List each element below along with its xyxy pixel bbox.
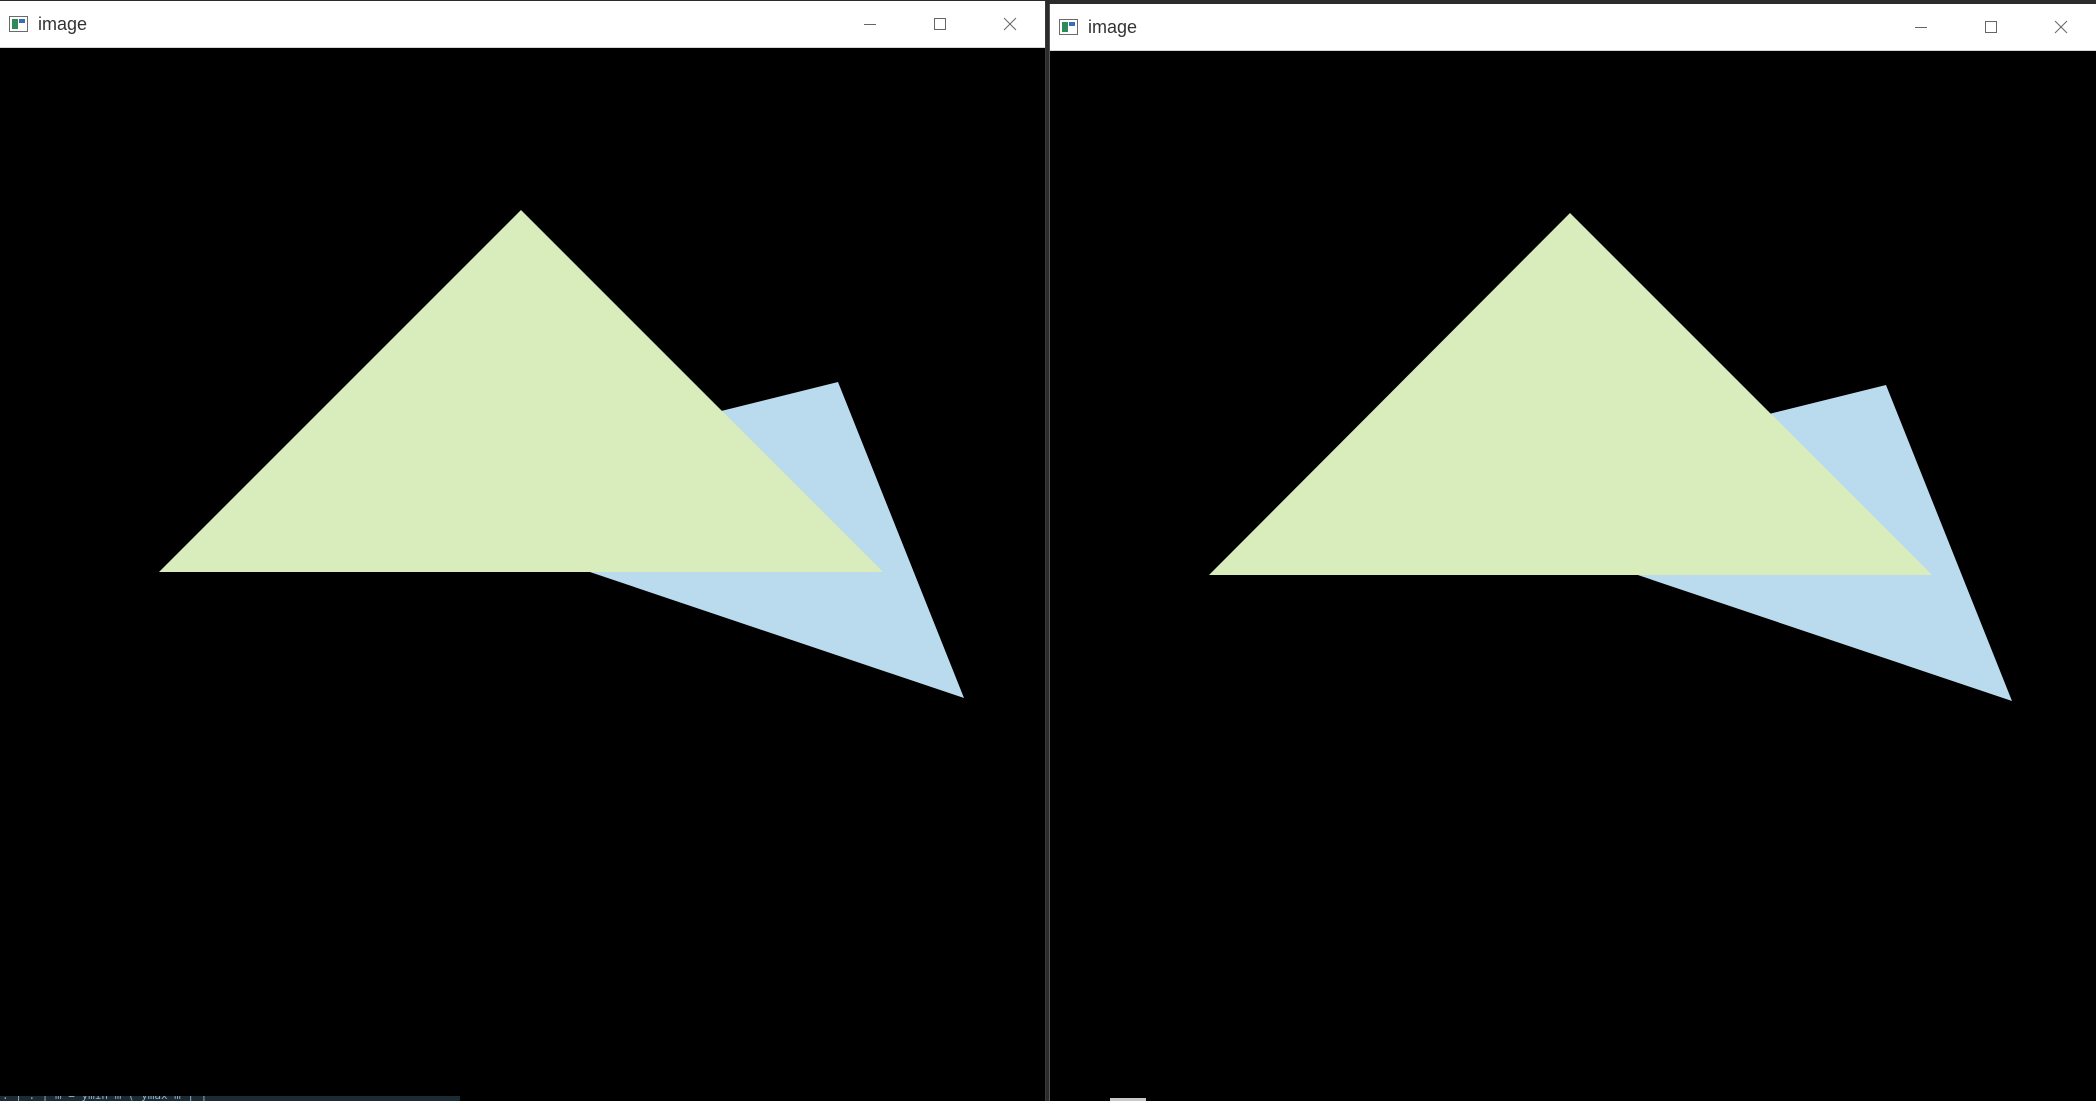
maximize-icon (1985, 21, 1997, 33)
minimize-icon (864, 24, 876, 25)
minimize-icon (1915, 27, 1927, 28)
maximize-icon (934, 18, 946, 30)
image-canvas[interactable] (1050, 51, 2096, 1101)
opencv-window-icon (9, 16, 28, 32)
opencv-window-icon (1059, 19, 1078, 35)
image-window-left[interactable]: image : | : | m = ymin m ( ymax m | | (0, 1, 1046, 1101)
title-bar[interactable]: image (0, 1, 1045, 48)
window-title: image (38, 14, 88, 34)
rendered-image (1209, 213, 2012, 701)
close-icon (2054, 20, 2068, 34)
close-icon (1003, 17, 1017, 31)
image-canvas[interactable] (0, 48, 1045, 1101)
underlying-window-strip: : | : | m = ymin m ( ymax m | | (0, 1096, 460, 1101)
green-triangle (159, 210, 883, 572)
green-triangle (1209, 213, 1932, 575)
close-button[interactable] (975, 1, 1045, 47)
rendered-image (159, 210, 964, 698)
maximize-button[interactable] (905, 1, 975, 47)
minimize-button[interactable] (1886, 4, 1956, 50)
image-window-right[interactable]: image (1049, 4, 2096, 1101)
close-button[interactable] (2026, 4, 2096, 50)
maximize-button[interactable] (1956, 4, 2026, 50)
window-title: image (1088, 17, 1138, 37)
minimize-button[interactable] (835, 1, 905, 47)
title-bar[interactable]: image (1050, 4, 2096, 51)
